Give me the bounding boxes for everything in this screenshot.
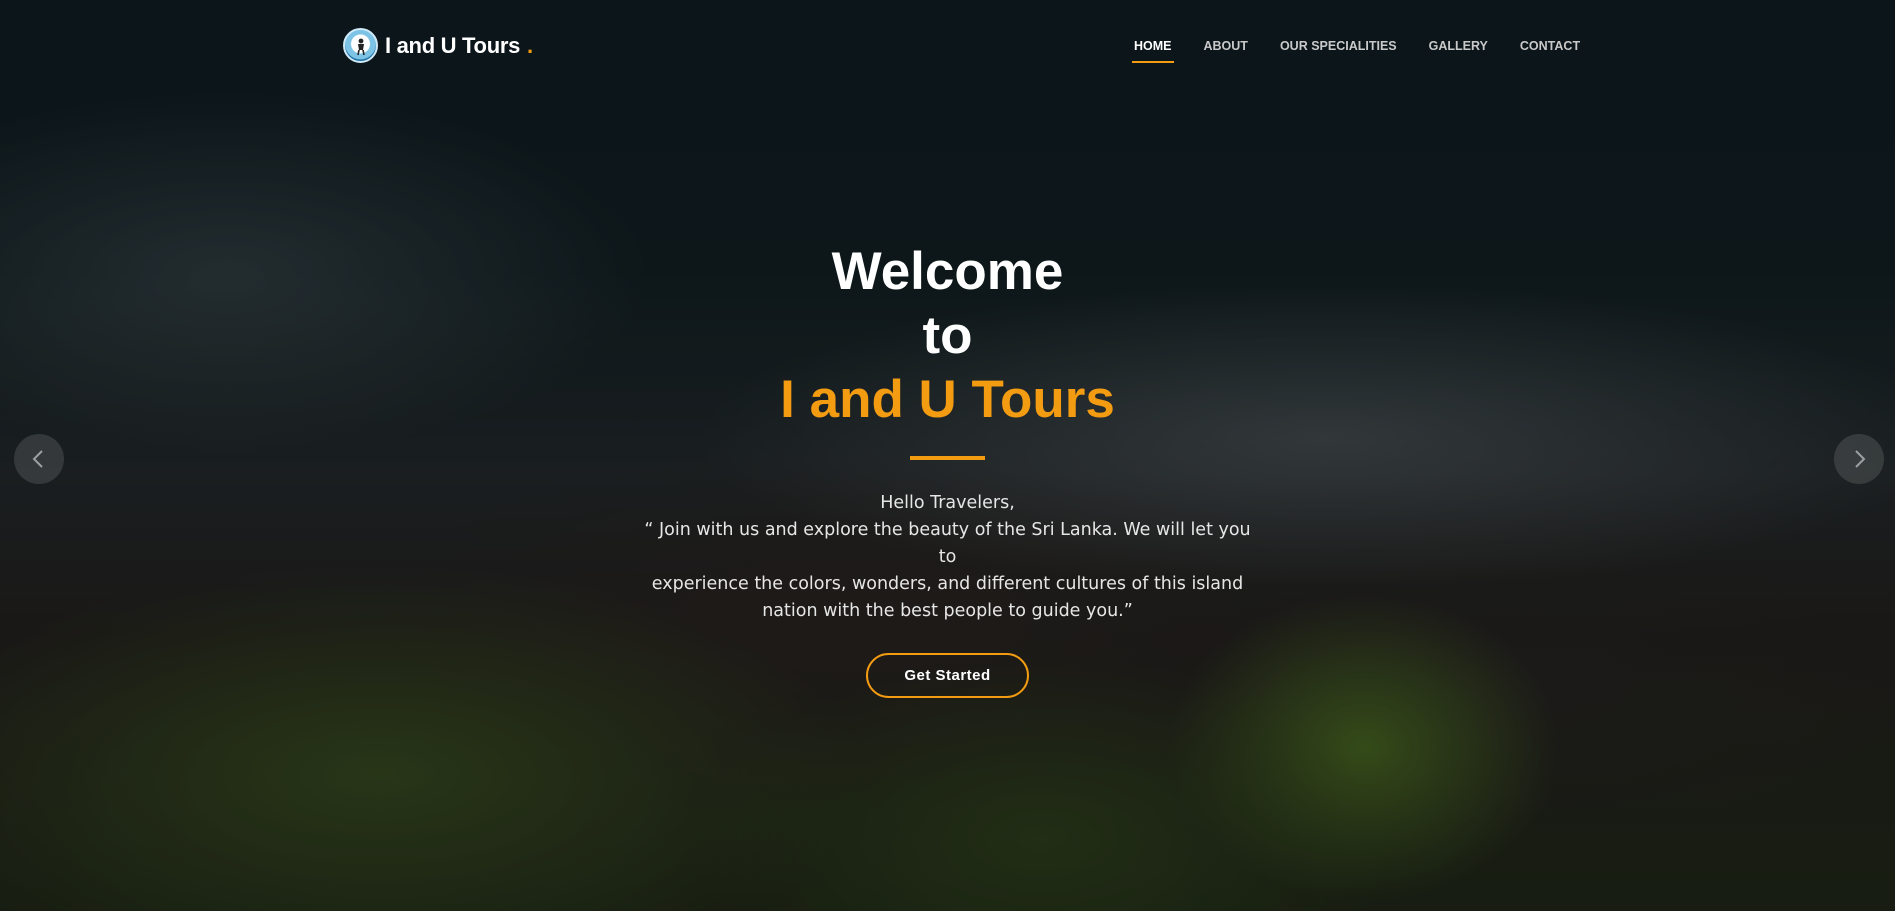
hero-description: Hello Travelers, “ Join with us and expl… (638, 490, 1258, 625)
chevron-left-icon (32, 450, 43, 468)
hero-greeting: Hello Travelers, (880, 493, 1015, 513)
site-header: I and U Tours. HOME ABOUT OUR SPECIALITI… (0, 0, 1895, 92)
main-nav: HOME ABOUT OUR SPECIALITIES GALLERY CONT… (1118, 37, 1596, 63)
site-logo[interactable]: I and U Tours. (343, 28, 533, 63)
logo-dot: . (527, 32, 534, 58)
get-started-button[interactable]: Get Started (866, 653, 1029, 698)
nav-item-home[interactable]: HOME (1118, 37, 1188, 63)
hero-section: Welcome to I and U Tours Hello Travelers… (0, 240, 1895, 698)
nav-item-contact[interactable]: CONTACT (1504, 37, 1596, 63)
logo-text: I and U Tours (385, 32, 521, 58)
carousel-prev-button[interactable] (14, 434, 64, 484)
carousel-next-button[interactable] (1834, 434, 1884, 484)
hero-quote-line-2: experience the colors, wonders, and diff… (651, 574, 1244, 594)
hero-divider (910, 456, 985, 460)
hero-quote-line-3: nation with the best people to guide you… (762, 601, 1133, 621)
hero-title: Welcome to I and U Tours (0, 240, 1895, 432)
nav-item-about[interactable]: ABOUT (1188, 37, 1264, 63)
hero-title-to: to (922, 306, 973, 365)
hero-title-brand: I and U Tours (780, 370, 1115, 429)
chevron-right-icon (1855, 450, 1866, 468)
hero-quote-line-1: “ Join with us and explore the beauty of… (644, 520, 1251, 567)
nav-item-gallery[interactable]: GALLERY (1413, 37, 1504, 63)
hero-title-welcome: Welcome (831, 242, 1064, 301)
nav-item-our-specialities[interactable]: OUR SPECIALITIES (1264, 37, 1413, 63)
traveler-logo-icon (343, 28, 378, 63)
